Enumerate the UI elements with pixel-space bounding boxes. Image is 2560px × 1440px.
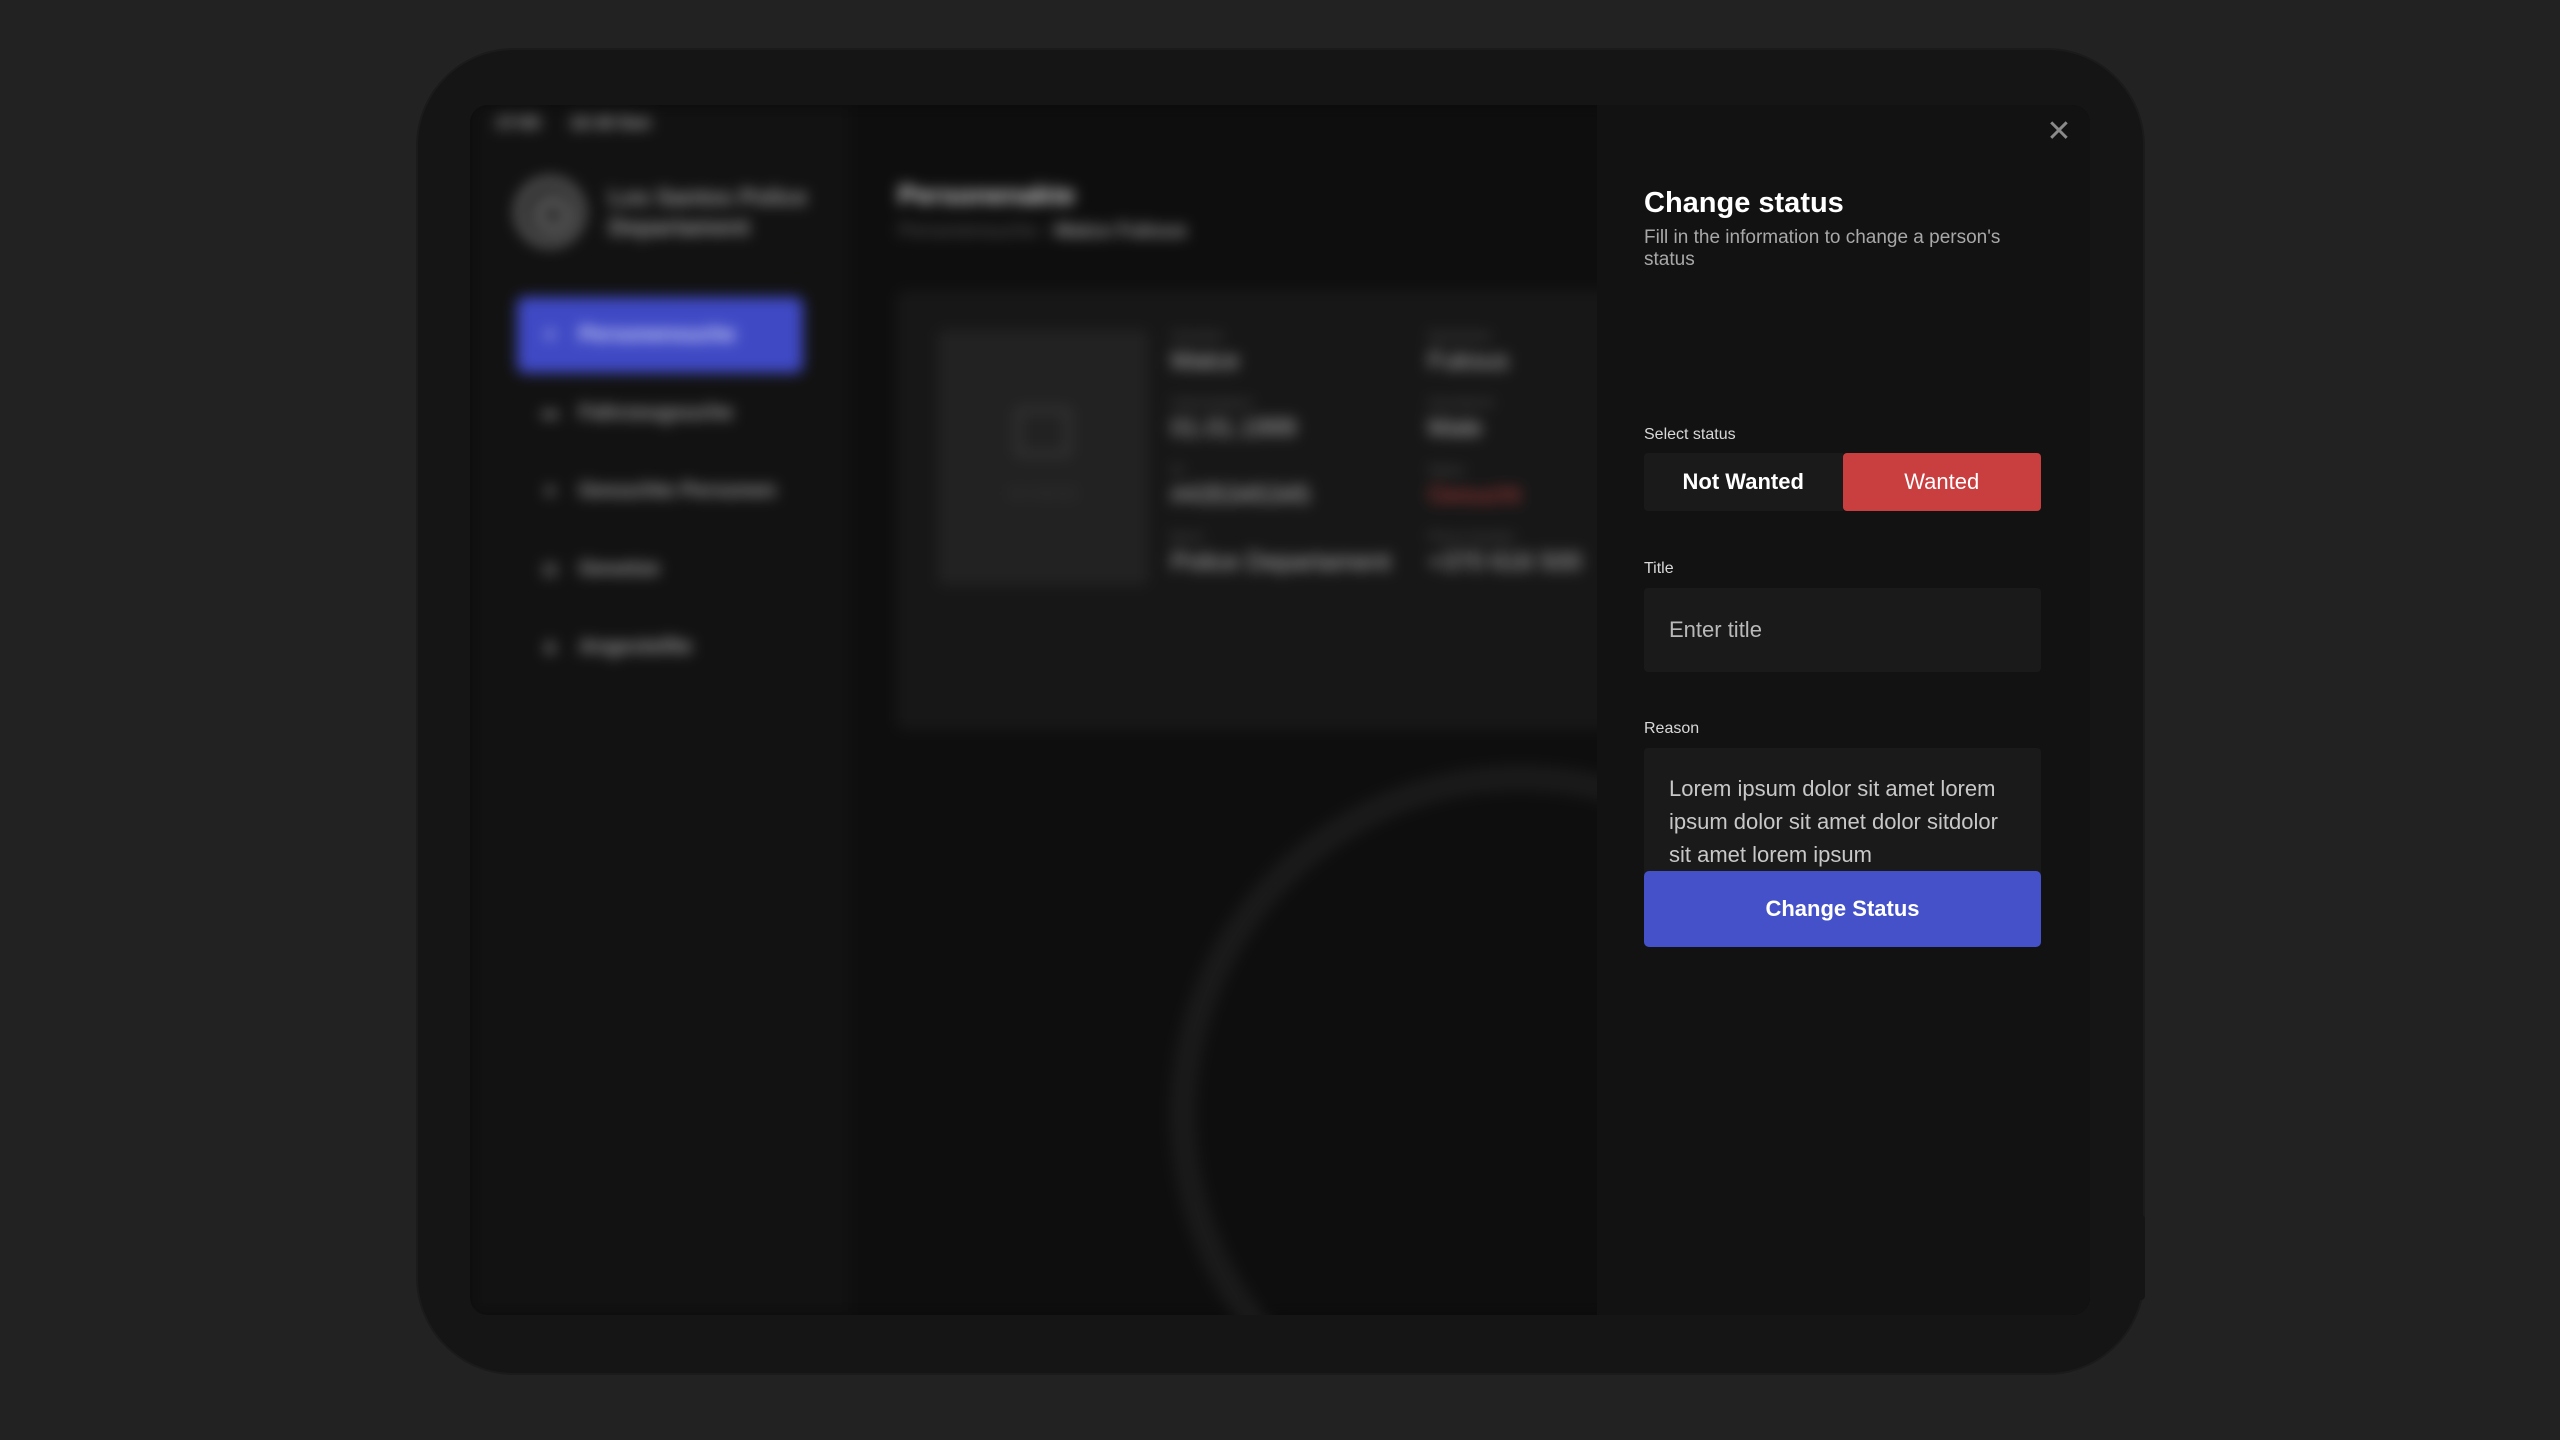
book-icon: ▤ bbox=[542, 561, 558, 578]
field-status: Status Gesucht bbox=[1428, 462, 1521, 510]
field-value: Fuksus bbox=[1428, 347, 1509, 375]
status-badge: Gesucht bbox=[1428, 481, 1522, 509]
change-status-button[interactable]: Change Status bbox=[1644, 871, 2041, 947]
field-birthdate: Geburtsdatum 01.01.1999 bbox=[1171, 395, 1296, 443]
breadcrumb-parent[interactable]: Personensuche bbox=[898, 220, 1037, 242]
field-label: Nachname bbox=[1428, 328, 1491, 343]
sidebar-item-personensuche[interactable]: ● Personensuche bbox=[517, 297, 803, 373]
person-photo: NO IMAGE bbox=[938, 330, 1148, 585]
photo-placeholder-text: NO IMAGE bbox=[1007, 485, 1078, 501]
field-lastname: Nachname Fuksus bbox=[1428, 328, 1509, 376]
breadcrumb: Personensuche › Matce Fuksus bbox=[898, 220, 1187, 243]
field-gender: Geschlecht Male bbox=[1428, 395, 1493, 443]
car-icon: ▬ bbox=[542, 404, 558, 421]
tablet-side-button bbox=[2136, 1215, 2145, 1300]
close-icon[interactable]: ✕ bbox=[2046, 117, 2072, 147]
title-input[interactable] bbox=[1644, 588, 2041, 672]
status-time: 17:03 bbox=[496, 113, 540, 132]
status-toggle: Not Wanted Wanted bbox=[1644, 453, 2041, 511]
panel-title: Change status bbox=[1644, 187, 1844, 219]
sidebar-item-label: Fahrzeugsuche bbox=[579, 401, 734, 424]
sidebar-item-label: Gesuchte Personen bbox=[579, 479, 777, 502]
change-status-panel: ✕ Change status Fill in the information … bbox=[1597, 105, 2090, 1315]
person-card: NO IMAGE Vorname Matce Nachname Fuksus G… bbox=[896, 290, 1696, 730]
field-label: Status bbox=[1428, 462, 1465, 477]
status-date: 12-16 Sun bbox=[570, 113, 651, 132]
people-icon: ♟ bbox=[542, 639, 558, 656]
breadcrumb-separator: › bbox=[1042, 220, 1050, 242]
reason-label: Reason bbox=[1644, 720, 1700, 737]
wanted-button[interactable]: Wanted bbox=[1842, 453, 2041, 511]
sidebar-item-fahrzeugsuche[interactable]: ▬ Fahrzeugsuche bbox=[517, 375, 803, 451]
field-label: Beruf bbox=[1171, 529, 1203, 544]
star-icon: ★ bbox=[542, 483, 558, 500]
not-wanted-button[interactable]: Not Wanted bbox=[1644, 453, 1843, 511]
field-value: 01.01.1999 bbox=[1171, 414, 1297, 442]
brand: Los Santos Police Departament bbox=[515, 177, 809, 247]
field-value: Matce bbox=[1171, 347, 1240, 375]
field-value: Male bbox=[1428, 414, 1483, 442]
sidebar-item-angestellte[interactable]: ♟ Angestellte bbox=[517, 609, 803, 685]
field-label: Geschlecht bbox=[1428, 395, 1494, 410]
breadcrumb-current: Matce Fuksus bbox=[1054, 220, 1188, 242]
field-id: ID #435345345 bbox=[1171, 462, 1310, 510]
police-seal-icon bbox=[515, 177, 585, 247]
select-status-label: Select status bbox=[1644, 426, 1736, 443]
image-placeholder-icon bbox=[1016, 408, 1070, 456]
field-label: Vorname bbox=[1171, 328, 1224, 343]
sidebar-item-label: Gesetze bbox=[579, 557, 660, 580]
field-value: +370 616 500 bbox=[1428, 548, 1582, 576]
field-label: Geburtsdatum bbox=[1171, 395, 1254, 410]
field-firstname: Vorname Matce bbox=[1171, 328, 1239, 376]
page-title: Personenakte bbox=[898, 180, 1076, 210]
person-icon: ● bbox=[545, 326, 555, 343]
field-value: #435345345 bbox=[1171, 481, 1311, 509]
field-label: Phone Number bbox=[1428, 529, 1516, 544]
panel-subtitle: Fill in the information to change a pers… bbox=[1644, 227, 2001, 270]
field-phone: Phone Number +370 616 500 bbox=[1428, 529, 1582, 577]
sidebar-item-label: Angestellte bbox=[579, 635, 693, 658]
status-bar: 17:03 12-16 Sun bbox=[496, 113, 677, 133]
sidebar-item-label: Personensuche bbox=[579, 323, 736, 346]
field-value: Police Departament bbox=[1171, 548, 1391, 576]
sidebar-item-gesuchte-personen[interactable]: ★ Gesuchte Personen bbox=[517, 453, 803, 529]
title-label: Title bbox=[1644, 560, 1674, 577]
sidebar-nav: ● Personensuche ▬ Fahrzeugsuche ★ Gesuch… bbox=[517, 297, 803, 687]
field-label: ID bbox=[1171, 462, 1184, 477]
tablet-screen: 17:03 12-16 Sun Los Santos Police Depart… bbox=[470, 105, 2090, 1315]
brand-name: Los Santos Police Departament bbox=[609, 184, 808, 240]
sidebar: 17:03 12-16 Sun Los Santos Police Depart… bbox=[470, 105, 850, 1315]
field-job: Beruf Police Departament bbox=[1171, 529, 1391, 577]
sidebar-item-gesetze[interactable]: ▤ Gesetze bbox=[517, 531, 803, 607]
